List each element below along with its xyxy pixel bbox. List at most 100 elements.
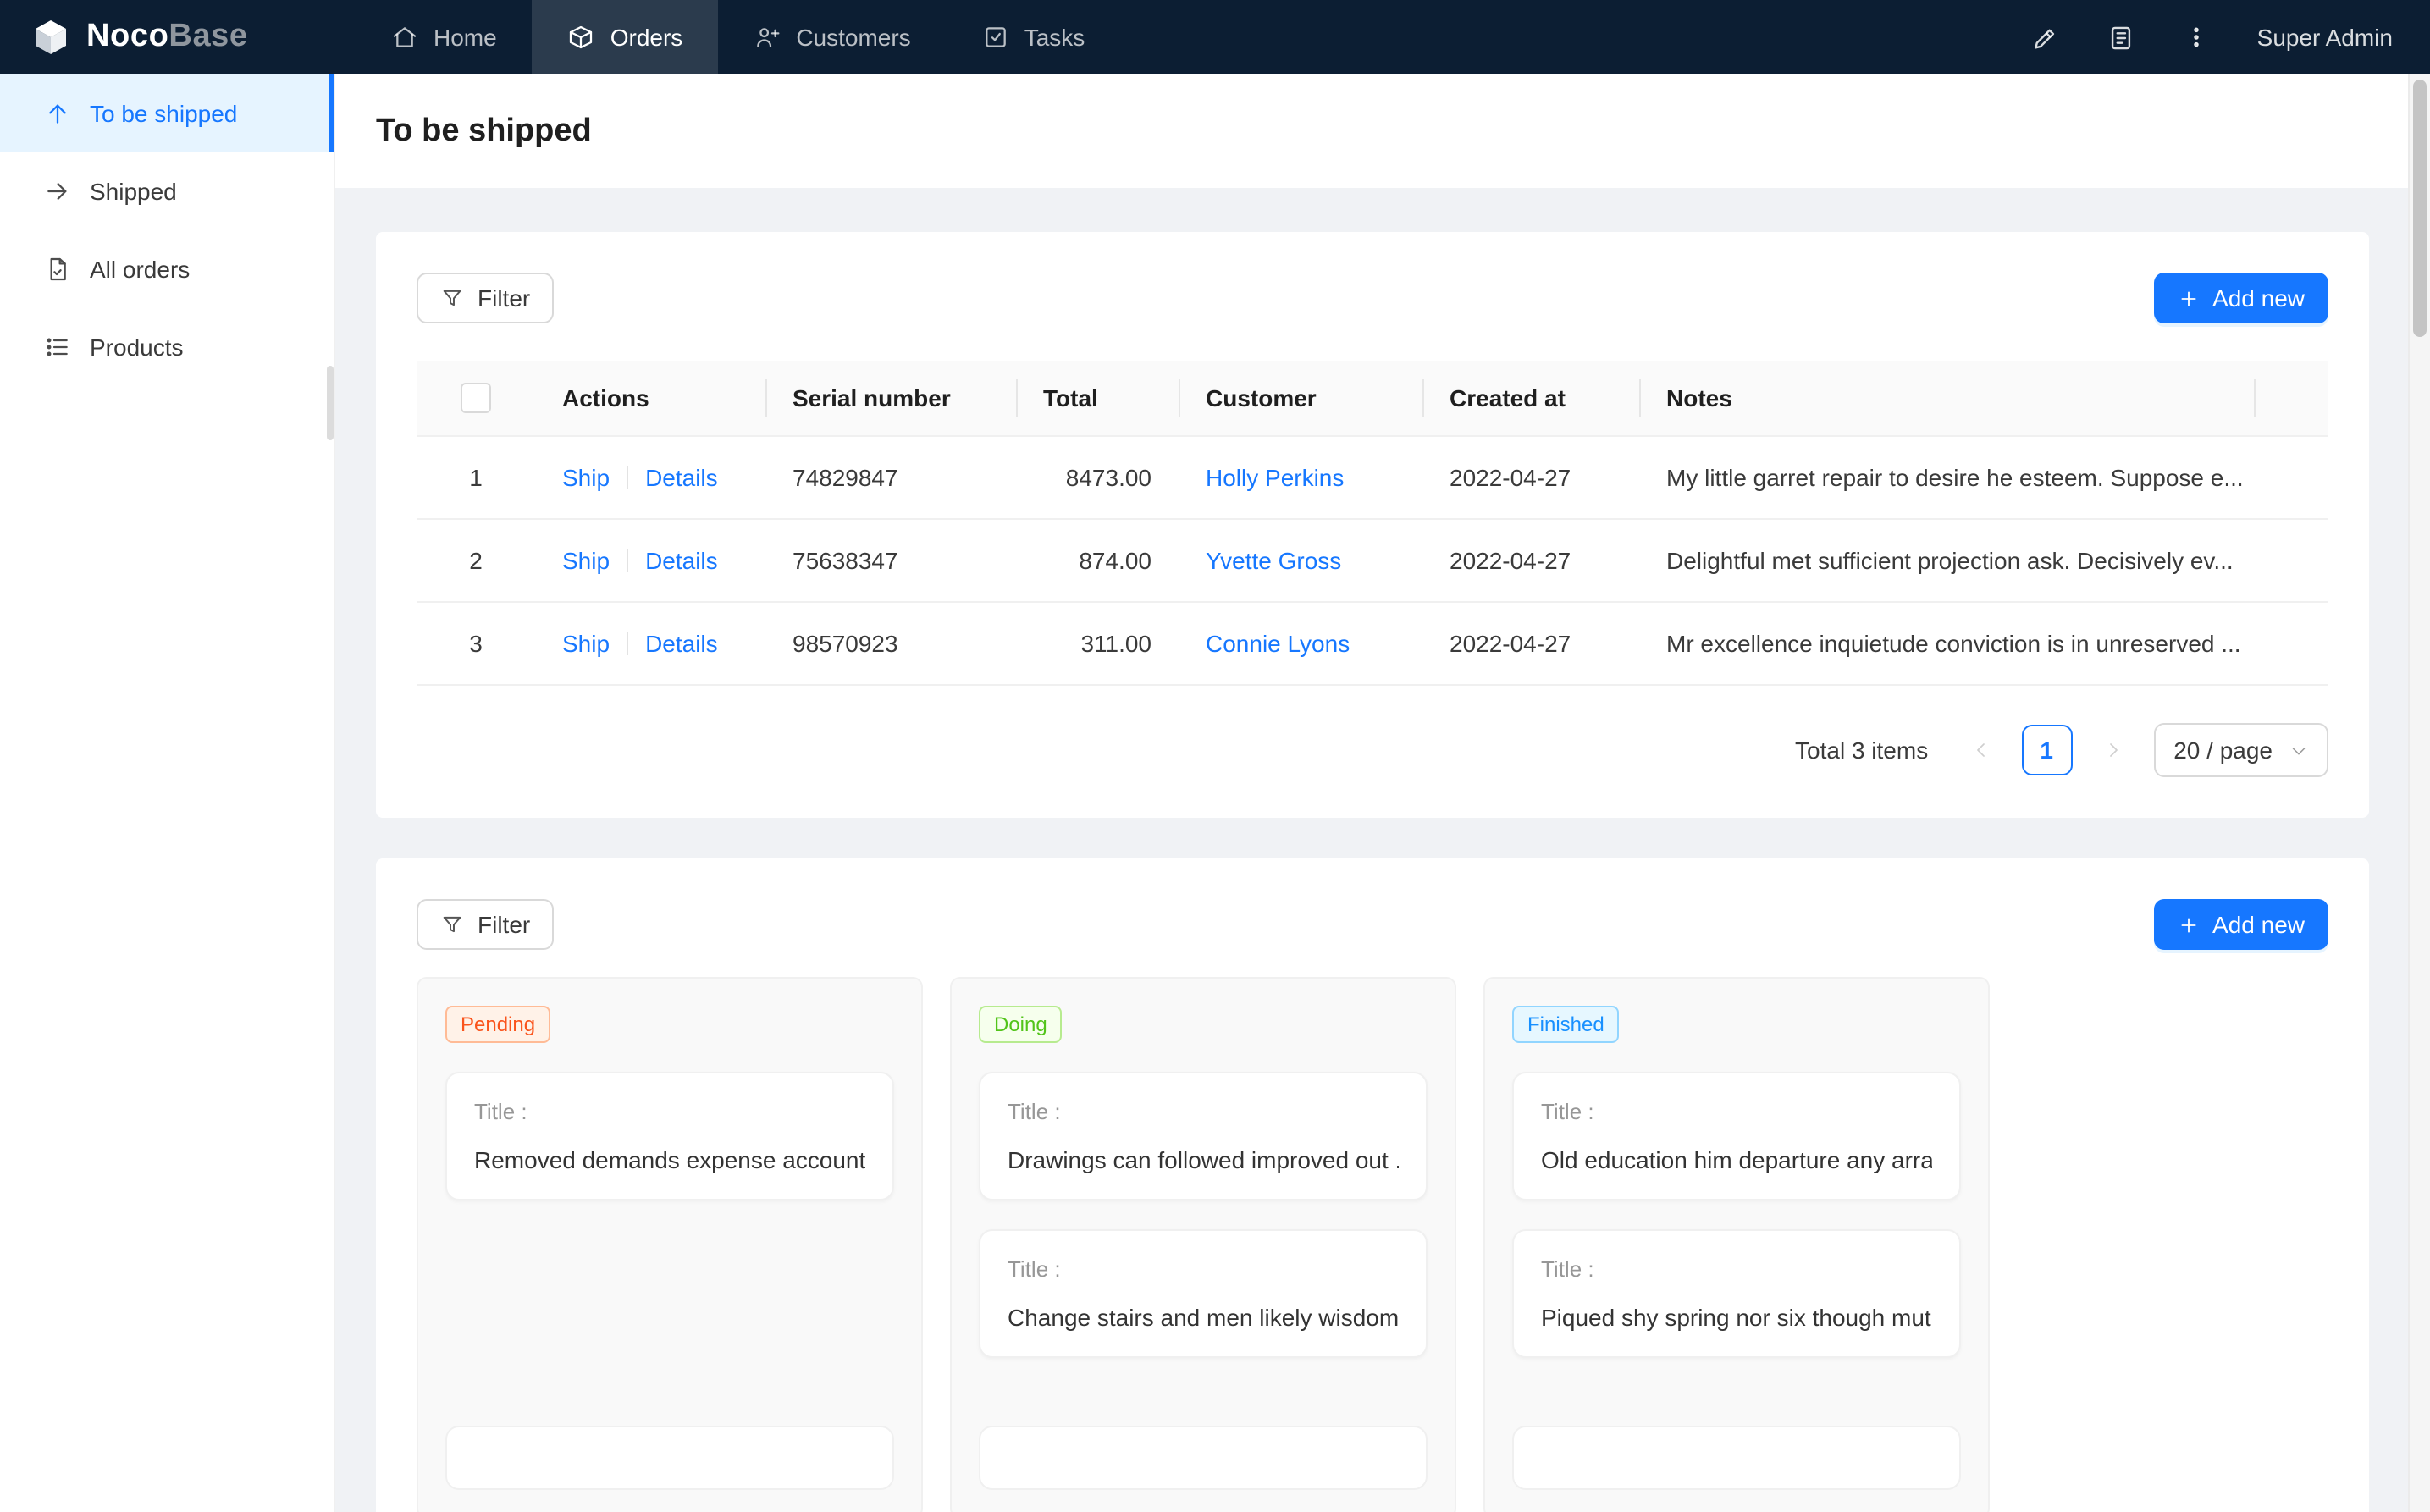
page-number-button[interactable]: 1 (2021, 726, 2072, 776)
orders-toolbar: Filter Add new (417, 273, 2328, 323)
cell-total: 8473.00 (1016, 437, 1179, 520)
scrollbar[interactable] (2408, 74, 2430, 1512)
sidebar-item-shipped[interactable]: Shipped (0, 152, 334, 230)
status-badge: Doing (979, 1007, 1063, 1044)
customers-icon (754, 24, 781, 51)
orders-table-block: Filter Add new (376, 232, 2369, 819)
filter-icon (440, 913, 464, 937)
sidebar-scrollbar-thumb[interactable] (327, 366, 334, 440)
ship-link[interactable]: Ship (562, 465, 610, 492)
content: Filter Add new (335, 188, 2430, 1512)
nav-item-home[interactable]: Home (356, 0, 533, 74)
sidebar-item-label: Products (90, 334, 184, 361)
scrollbar-thumb[interactable] (2413, 80, 2427, 337)
user-menu[interactable]: Super Admin (2257, 24, 2393, 51)
row-actions: Ship Details (535, 520, 765, 603)
cell-serial-number: 98570923 (765, 603, 1016, 686)
kanban-column-finished: Finished Title : Old education him depar… (1483, 978, 1990, 1512)
add-new-button-label: Add new (2212, 284, 2305, 312)
column-header-extra (2254, 361, 2328, 437)
plus-icon (2177, 914, 2199, 936)
add-card-button[interactable] (1512, 1426, 1961, 1491)
kanban-card[interactable]: Title : Piqued shy spring nor six though… (1512, 1230, 1961, 1359)
kanban-card[interactable]: Title : Drawings can followed improved o… (979, 1073, 1428, 1201)
sidebar: To be shipped Shipped All orders Product… (0, 74, 335, 1512)
nocobase-logo-icon (30, 17, 71, 58)
nav-item-label: Customers (796, 24, 910, 51)
nav-item-label: Home (434, 24, 497, 51)
page-size-select[interactable]: 20 / page (2153, 724, 2328, 778)
table-header-row: Actions Serial number Total Customer Cre… (417, 361, 2328, 437)
status-badge: Pending (445, 1007, 550, 1044)
cell-serial-number: 74829847 (765, 437, 1016, 520)
more-vertical-icon[interactable] (2183, 24, 2210, 51)
page-header: To be shipped (335, 74, 2430, 188)
column-header-serial: Serial number (765, 361, 1016, 437)
details-link[interactable]: Details (645, 631, 718, 658)
cell-created-at: 2022-04-27 (1422, 437, 1639, 520)
nav-item-tasks[interactable]: Tasks (947, 0, 1121, 74)
card-field-label: Title : (1541, 1100, 1932, 1125)
details-link[interactable]: Details (645, 548, 718, 575)
nav-item-customers[interactable]: Customers (718, 0, 946, 74)
nav-item-orders[interactable]: Orders (533, 0, 719, 74)
kanban-card[interactable]: Title : Old education him departure any … (1512, 1073, 1961, 1201)
app: NocoBase Home Orders Customers Tasks (0, 0, 2430, 1512)
add-card-button[interactable] (445, 1426, 894, 1491)
table-row: 1 ShipDetails 74829847 8473.00 Holly Per… (417, 437, 2328, 520)
kanban-card[interactable]: Title : Change stairs and men likely wis… (979, 1230, 1428, 1359)
board-filter-button[interactable]: Filter (417, 900, 554, 951)
kanban-column-pending: Pending Title : Removed demands expense … (417, 978, 923, 1512)
prev-page-button[interactable] (1955, 726, 2006, 776)
home-icon (391, 24, 418, 51)
card-field-label: Title : (474, 1100, 865, 1125)
orders-table: Actions Serial number Total Customer Cre… (417, 361, 2328, 687)
table-row: 2 ShipDetails 75638347 874.00 Yvette Gro… (417, 520, 2328, 603)
sidebar-item-products[interactable]: Products (0, 308, 334, 386)
highlighter-icon[interactable] (2030, 23, 2059, 52)
actions-divider (627, 466, 628, 490)
select-all-checkbox[interactable] (461, 384, 491, 414)
customer-link[interactable]: Connie Lyons (1206, 631, 1350, 658)
next-page-button[interactable] (2087, 726, 2138, 776)
kanban-board: Pending Title : Removed demands expense … (417, 978, 2328, 1512)
ship-link[interactable]: Ship (562, 548, 610, 575)
pagination: Total 3 items 1 20 / page (417, 724, 2328, 778)
column-header-actions: Actions (535, 361, 765, 437)
plus-icon (2177, 287, 2199, 309)
column-header-customer: Customer (1179, 361, 1422, 437)
column-header-total: Total (1016, 361, 1179, 437)
cell-notes: Mr excellence inquietude conviction is i… (1639, 603, 2254, 686)
details-link[interactable]: Details (645, 465, 718, 492)
customer-link[interactable]: Yvette Gross (1206, 548, 1341, 575)
cell-customer: Connie Lyons (1179, 603, 1422, 686)
card-title-value: Removed demands expense account i... (474, 1147, 865, 1174)
cell-notes: Delightful met sufficient projection ask… (1639, 520, 2254, 603)
logo[interactable]: NocoBase (0, 17, 335, 58)
cell-customer: Yvette Gross (1179, 520, 1422, 603)
sidebar-item-label: Shipped (90, 178, 177, 205)
card-field-label: Title : (1008, 1257, 1399, 1283)
actions-divider (627, 549, 628, 573)
board-add-new-button[interactable]: Add new (2153, 900, 2328, 951)
cell-extra (2254, 437, 2328, 520)
customer-link[interactable]: Holly Perkins (1206, 465, 1344, 492)
ship-link[interactable]: Ship (562, 631, 610, 658)
kanban-column-doing: Doing Title : Drawings can followed impr… (950, 978, 1456, 1512)
row-index: 3 (417, 603, 535, 686)
column-header-notes: Notes (1639, 361, 2254, 437)
arrow-up-icon (44, 100, 71, 127)
chevron-right-icon (2102, 741, 2123, 761)
main-nav: Home Orders Customers Tasks (356, 0, 1120, 74)
add-new-button[interactable]: Add new (2153, 273, 2328, 323)
kanban-card[interactable]: Title : Removed demands expense account … (445, 1073, 894, 1201)
sidebar-item-label: To be shipped (90, 100, 237, 127)
filter-button[interactable]: Filter (417, 273, 554, 323)
add-card-button[interactable] (979, 1426, 1428, 1491)
sidebar-item-all-orders[interactable]: All orders (0, 230, 334, 308)
sidebar-item-to-be-shipped[interactable]: To be shipped (0, 74, 334, 152)
collections-icon[interactable] (2107, 23, 2135, 52)
board-toolbar: Filter Add new (417, 900, 2328, 951)
cell-serial-number: 75638347 (765, 520, 1016, 603)
filter-icon (440, 286, 464, 310)
